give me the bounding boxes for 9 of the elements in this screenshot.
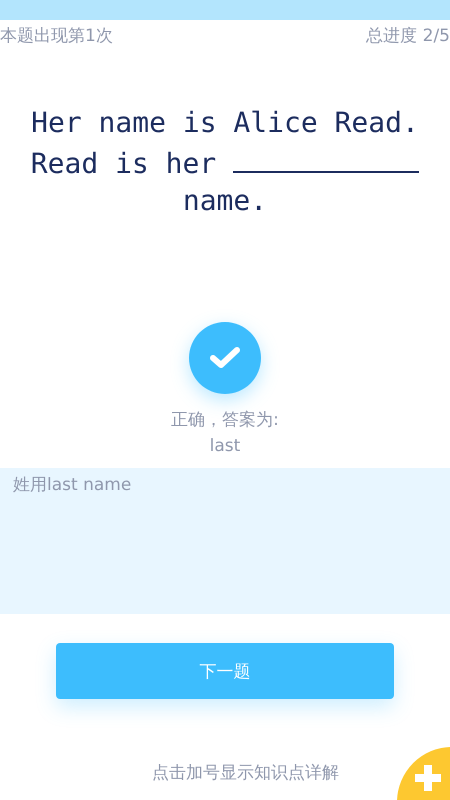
next-button[interactable]: 下一题 (56, 643, 394, 699)
hint-text: 点击加号显示知识点详解 (152, 762, 339, 784)
progress-text: 总进度 2/5 (366, 24, 450, 46)
question-text: Her name is Alice Read. Read is her name. (30, 105, 420, 219)
result-message: 正确，答案为: (171, 409, 279, 432)
occurrence-text: 本题出现第1次 (0, 24, 113, 46)
answer-text: last (210, 435, 240, 458)
plus-icon (413, 763, 443, 793)
note-text: 姓用last name (13, 475, 132, 495)
